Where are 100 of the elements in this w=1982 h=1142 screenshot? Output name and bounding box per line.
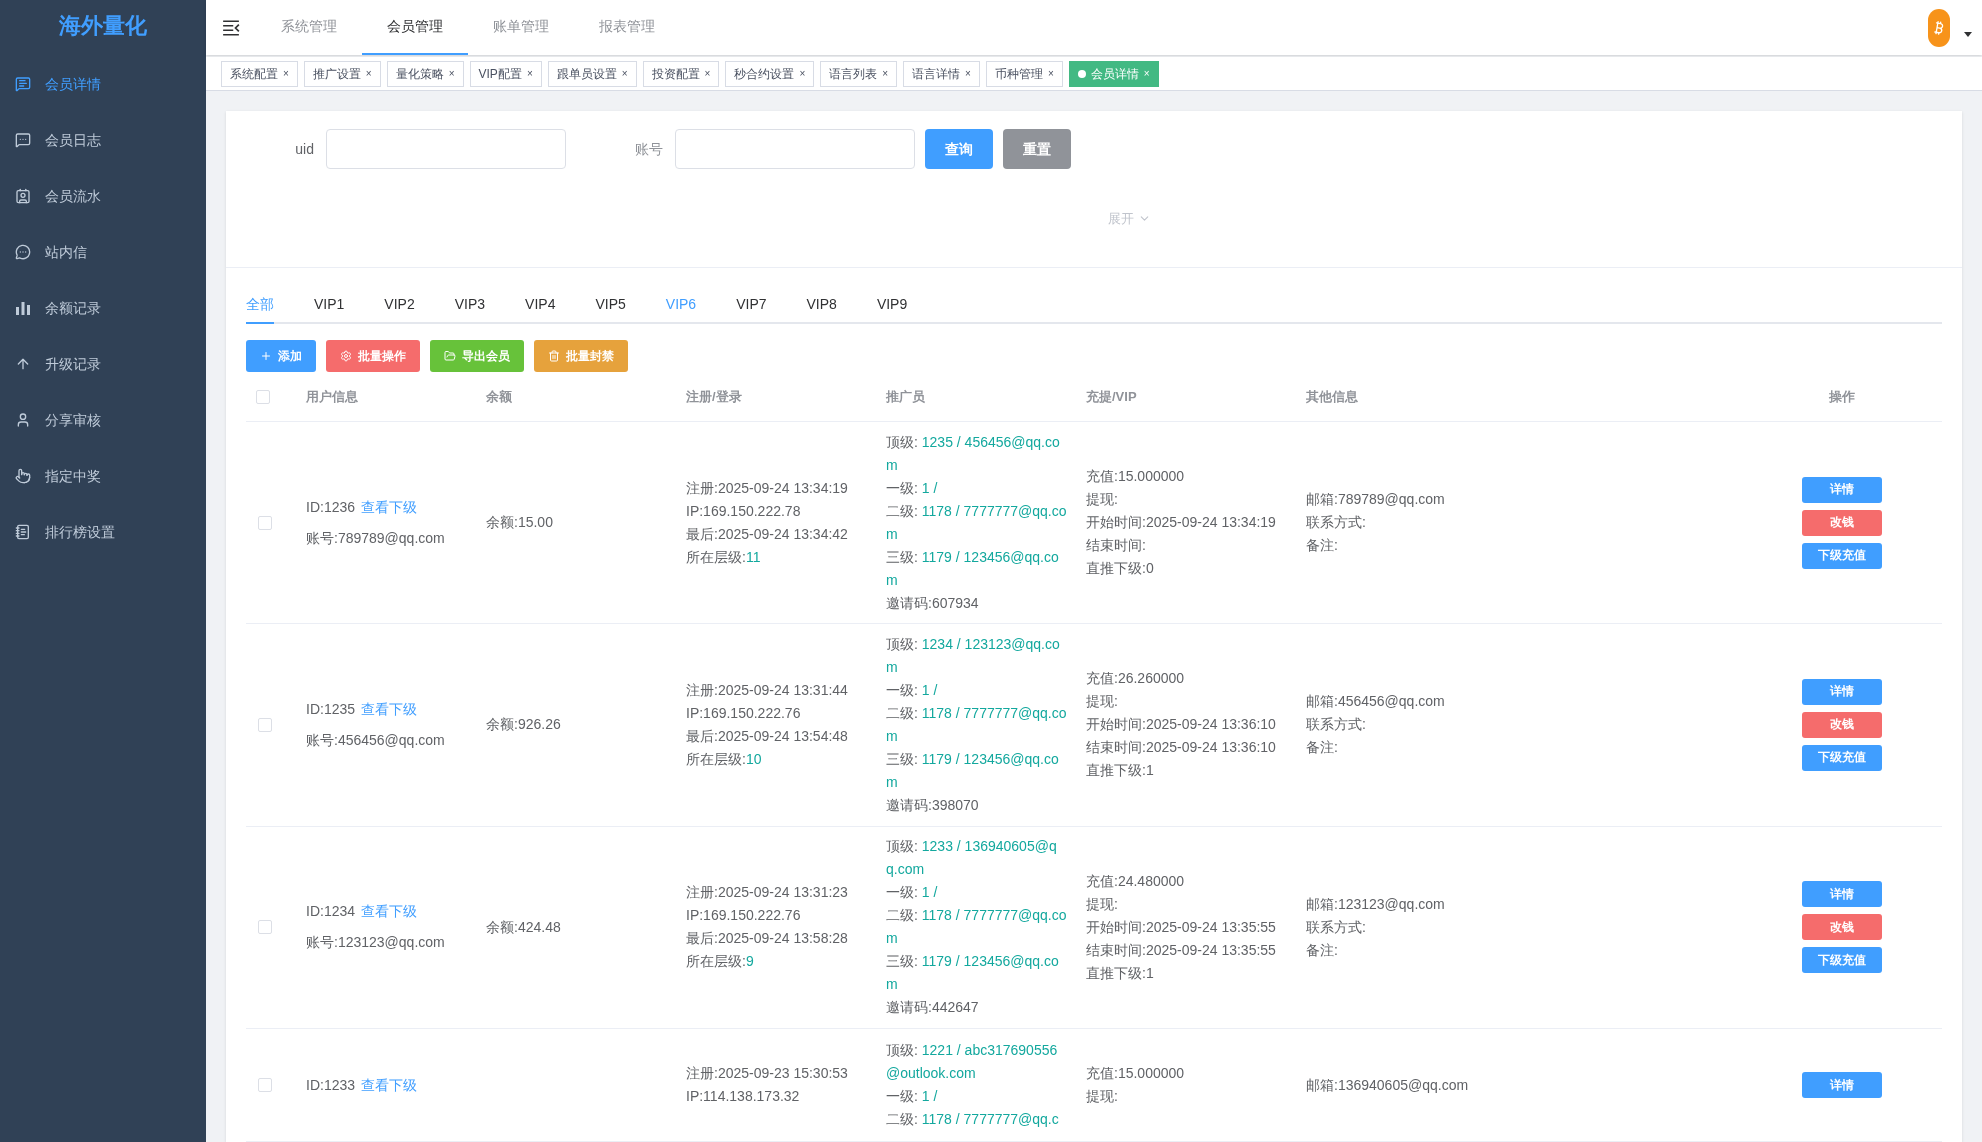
level-tab[interactable]: VIP9 [876, 287, 908, 324]
page-tag[interactable]: 秒合约设置 × [725, 60, 815, 87]
page-tag[interactable]: 会员详情 × [1068, 60, 1159, 87]
row-action-button[interactable]: 改钱 [1802, 914, 1882, 941]
sidebar-item[interactable]: 会员详情 [0, 56, 206, 112]
page-tag[interactable]: 系统配置 × [221, 60, 298, 87]
level-tab[interactable]: VIP1 [314, 287, 345, 324]
action-button[interactable]: 批量操作 [326, 339, 420, 372]
level-tab[interactable]: 全部 [246, 287, 274, 324]
column-header: 用户信息 [306, 389, 358, 405]
hand-pointer-icon [15, 468, 31, 484]
column-header: 注册/登录 [686, 389, 742, 405]
level-tab[interactable]: VIP7 [736, 287, 767, 324]
row-action-button[interactable]: 下级充值 [1802, 542, 1882, 569]
checkbox[interactable] [256, 390, 270, 405]
input-field[interactable] [675, 129, 915, 169]
info-line: 充值:24.480000 [1086, 871, 1186, 891]
page-tag[interactable]: VIP配置 × [469, 60, 542, 87]
info-line: 二级: 1178 / 7777777@qq.com [886, 501, 1068, 544]
info-line: 联系方式: [1306, 715, 1367, 735]
level-tab[interactable]: VIP3 [454, 287, 486, 324]
level-tab[interactable]: VIP4 [525, 287, 556, 324]
sidebar-item[interactable]: 会员流水 [0, 168, 206, 224]
column-header: 操作 [1829, 389, 1855, 405]
level-tab[interactable]: VIP5 [595, 287, 626, 324]
page-tag[interactable]: 语言详情 × [903, 60, 980, 87]
search-button[interactable]: 查询 [925, 129, 993, 169]
info-line: 二级: 1178 / 7777777@qq.c [886, 1110, 1060, 1129]
action-button[interactable]: 添加 [246, 339, 316, 372]
top-nav-tab[interactable]: 系统管理 [256, 0, 362, 55]
checkbox[interactable] [258, 920, 272, 935]
info-line: 顶级: 1234 / 123123@qq.com [886, 634, 1061, 677]
page-tag[interactable]: 币种管理 × [985, 60, 1063, 87]
level-tab[interactable]: VIP8 [806, 287, 837, 324]
action-button[interactable]: 批量封禁 [534, 339, 628, 372]
row-action-button[interactable]: 详情 [1802, 476, 1882, 503]
info-line: 最后:2025-09-24 13:34:42 [686, 524, 849, 544]
row-action-button[interactable]: 改钱 [1802, 509, 1882, 536]
info-line: 邮箱:136940605@qq.com [1306, 1075, 1470, 1095]
info-line: IP:169.150.222.76 [686, 906, 802, 926]
row-action-button[interactable]: 下级充值 [1802, 744, 1882, 771]
top-nav-tab[interactable]: 会员管理 [362, 0, 468, 55]
page-tag[interactable]: 投资配置 × [642, 60, 720, 87]
info-line: 提现: [1086, 1087, 1119, 1106]
info-line: 充值:15.000000 [1086, 467, 1186, 487]
row-action-button[interactable]: 详情 [1802, 881, 1882, 908]
sidebar-item[interactable]: 排行榜设置 [0, 504, 206, 560]
info-line: 联系方式: [1306, 917, 1367, 937]
subordinates-link[interactable]: 查看下级 [361, 495, 418, 519]
top-nav-tab[interactable]: 账单管理 [468, 0, 574, 55]
info-line: 一级: 1 / [886, 478, 939, 498]
action-button[interactable]: 导出会员 [430, 339, 524, 372]
menu-fold-icon[interactable] [222, 18, 240, 37]
user-id: ID:1235 [306, 699, 356, 719]
info-line: 联系方式: [1306, 513, 1367, 533]
sidebar-item[interactable]: 升级记录 [0, 336, 206, 392]
bitcoin-icon[interactable] [1928, 8, 1950, 47]
info-line: 邀请码:442647 [886, 998, 980, 1018]
info-line: 结束时间:2025-09-24 13:36:10 [1086, 738, 1277, 758]
input-field[interactable] [326, 129, 566, 169]
sidebar-item[interactable]: 分享审核 [0, 392, 206, 448]
sidebar-item[interactable]: 指定中奖 [0, 448, 206, 504]
info-line: 最后:2025-09-24 13:58:28 [686, 929, 849, 949]
info-line: 邮箱:456456@qq.com [1306, 692, 1446, 712]
page-tag[interactable]: 推广设置 × [303, 60, 381, 87]
subordinates-link[interactable]: 查看下级 [361, 697, 418, 721]
user-id: ID:1236 [306, 497, 356, 517]
info-line: 邀请码:398070 [886, 795, 980, 815]
info-line: 顶级: 1233 / 136940605@qq.com [886, 837, 1058, 880]
sidebar-item[interactable]: 余额记录 [0, 280, 206, 336]
sidebar-item[interactable]: 站内信 [0, 224, 206, 280]
reset-button[interactable]: 重置 [1003, 129, 1071, 169]
caret-icon[interactable] [1964, 32, 1972, 37]
subordinates-link[interactable]: 查看下级 [361, 1073, 418, 1097]
sidebar-item[interactable]: 会员日志 [0, 112, 206, 168]
checkbox[interactable] [258, 1078, 272, 1092]
info-line: 顶级: 1221 / abc317690556@outlook.com [886, 1041, 1059, 1083]
info-line: 最后:2025-09-24 13:54:48 [686, 726, 849, 746]
row-action-button[interactable]: 详情 [1802, 1072, 1882, 1098]
page-tag[interactable]: 语言列表 × [820, 60, 898, 87]
trash-icon [548, 349, 560, 362]
row-action-button[interactable]: 改钱 [1802, 711, 1882, 738]
level-tab[interactable]: VIP2 [384, 287, 415, 324]
account-text: 账号:123123@qq.com [306, 933, 446, 953]
level-tab[interactable]: VIP6 [665, 287, 697, 324]
balance-text: 余额:15.00 [486, 514, 553, 531]
subordinates-link[interactable]: 查看下级 [361, 900, 418, 924]
info-line: 提现: [1086, 692, 1119, 712]
info-line: 所在层级:9 [686, 952, 755, 972]
info-line: 三级: 1179 / 123456@qq.com [886, 749, 1060, 792]
checkbox[interactable] [258, 515, 272, 530]
info-line: 一级: 1 / [886, 680, 939, 700]
balance-text: 余额:926.26 [486, 716, 561, 733]
top-nav-tab[interactable]: 报表管理 [574, 0, 680, 55]
checkbox[interactable] [258, 717, 272, 732]
page-tag[interactable]: 量化策略 × [386, 60, 464, 87]
info-line: IP:114.138.173.32 [686, 1087, 801, 1106]
row-action-button[interactable]: 下级充值 [1802, 947, 1882, 974]
page-tag[interactable]: 跟单员设置 × [547, 60, 637, 87]
row-action-button[interactable]: 详情 [1802, 678, 1882, 705]
